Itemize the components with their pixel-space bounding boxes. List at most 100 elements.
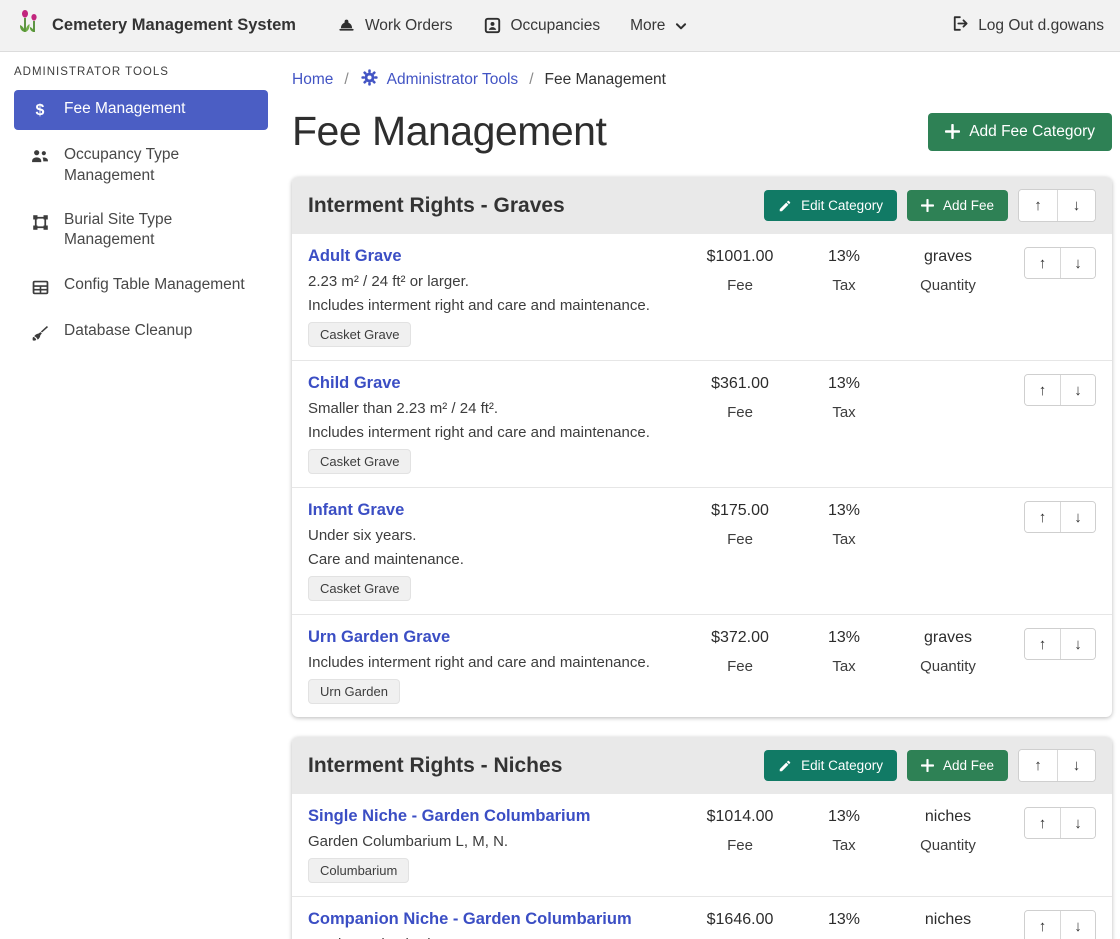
fee-amount-label: Fee bbox=[684, 658, 796, 675]
fee-amount: $175.00 bbox=[684, 501, 796, 521]
tax-value: 13% bbox=[796, 910, 892, 930]
occupancy-portrait-icon bbox=[483, 16, 502, 35]
fee-row-actions: ↑ ↓ bbox=[1004, 247, 1100, 279]
tax-label: Tax bbox=[796, 658, 892, 675]
nav-more[interactable]: More bbox=[630, 17, 688, 35]
move-fee-down-button[interactable]: ↓ bbox=[1060, 911, 1095, 939]
tax-value: 13% bbox=[796, 807, 892, 827]
move-fee-up-button[interactable]: ↑ bbox=[1025, 375, 1060, 405]
move-fee-down-button[interactable]: ↓ bbox=[1060, 375, 1095, 405]
add-fee-category-button[interactable]: Add Fee Category bbox=[928, 113, 1112, 151]
fee-type-badge: Columbarium bbox=[308, 858, 409, 883]
fee-name-link[interactable]: Single Niche - Garden Columbarium bbox=[308, 807, 590, 826]
move-category-up-button[interactable]: ↑ bbox=[1019, 750, 1057, 781]
edit-category-label: Edit Category bbox=[801, 198, 883, 213]
quantity-column: graves Quantity bbox=[892, 247, 1004, 294]
fee-amount: $372.00 bbox=[684, 628, 796, 648]
move-category-up-button[interactable]: ↑ bbox=[1019, 190, 1057, 221]
nav-work-orders-label: Work Orders bbox=[365, 17, 453, 35]
sidebar-item-fee-management[interactable]: $ Fee Management bbox=[14, 90, 268, 130]
category-header: Interment Rights - Graves Edit Category … bbox=[292, 177, 1112, 234]
logout-label: Log Out d.gowans bbox=[978, 17, 1104, 35]
category-body: Single Niche - Garden Columbarium Garden… bbox=[292, 794, 1112, 939]
app-title: Cemetery Management System bbox=[52, 16, 296, 35]
quantity-label: Quantity bbox=[892, 277, 1004, 294]
fee-row: Companion Niche - Garden Columbarium Gar… bbox=[292, 896, 1112, 939]
fee-description: Includes interment right and care and ma… bbox=[308, 424, 684, 441]
page-header: Fee Management Add Fee Category bbox=[292, 106, 1112, 177]
move-fee-up-button[interactable]: ↑ bbox=[1025, 629, 1060, 659]
tax-column: 13% Tax bbox=[796, 501, 892, 548]
sidebar-item-label: Fee Management bbox=[64, 99, 186, 119]
fee-main: Infant Grave Under six years.Care and ma… bbox=[308, 501, 684, 601]
fee-description: Under six years. bbox=[308, 527, 684, 544]
fee-amount: $361.00 bbox=[684, 374, 796, 394]
dollar-icon: $ bbox=[30, 100, 50, 121]
add-fee-button[interactable]: Add Fee bbox=[907, 750, 1008, 781]
move-fee-up-button[interactable]: ↑ bbox=[1025, 911, 1060, 939]
fee-amount: $1646.00 bbox=[684, 910, 796, 930]
fee-name-link[interactable]: Urn Garden Grave bbox=[308, 628, 450, 647]
fee-amount-column: $361.00 Fee bbox=[684, 374, 796, 421]
fee-main: Single Niche - Garden Columbarium Garden… bbox=[308, 807, 684, 883]
nav-occupancies[interactable]: Occupancies bbox=[483, 16, 601, 35]
tax-label: Tax bbox=[796, 277, 892, 294]
app-brand[interactable]: Cemetery Management System bbox=[16, 8, 296, 43]
fee-name-link[interactable]: Child Grave bbox=[308, 374, 401, 393]
nav-work-orders[interactable]: Work Orders bbox=[337, 16, 453, 35]
breadcrumb-home-link[interactable]: Home bbox=[292, 71, 333, 89]
quantity-unit: niches bbox=[892, 807, 1004, 827]
fee-row: Urn Garden Grave Includes interment righ… bbox=[292, 614, 1112, 717]
plus-icon bbox=[945, 124, 960, 139]
sidebar-item-occupancy-type-management[interactable]: Occupancy Type Management bbox=[14, 136, 268, 195]
plus-icon bbox=[921, 759, 934, 772]
sidebar-item-burial-site-type-management[interactable]: Burial Site Type Management bbox=[14, 201, 268, 260]
fee-reorder-group: ↑ ↓ bbox=[1024, 374, 1096, 406]
tax-value: 13% bbox=[796, 628, 892, 648]
fee-reorder-group: ↑ ↓ bbox=[1024, 910, 1096, 939]
fee-row-actions: ↑ ↓ bbox=[1004, 910, 1100, 939]
fee-descriptions: Garden Columbarium L, M, N. bbox=[308, 833, 684, 850]
move-fee-down-button[interactable]: ↓ bbox=[1060, 248, 1095, 278]
move-fee-down-button[interactable]: ↓ bbox=[1060, 808, 1095, 838]
tax-label: Tax bbox=[796, 531, 892, 548]
fee-description: 2.23 m² / 24 ft² or larger. bbox=[308, 273, 684, 290]
add-fee-button[interactable]: Add Fee bbox=[907, 190, 1008, 221]
edit-category-button[interactable]: Edit Category bbox=[764, 750, 897, 781]
fee-type-badge: Casket Grave bbox=[308, 449, 411, 474]
sidebar-item-database-cleanup[interactable]: Database Cleanup bbox=[14, 312, 268, 352]
quantity-column: graves Quantity bbox=[892, 628, 1004, 675]
quantity-unit: graves bbox=[892, 247, 1004, 267]
edit-category-button[interactable]: Edit Category bbox=[764, 190, 897, 221]
move-category-down-button[interactable]: ↓ bbox=[1057, 750, 1095, 781]
move-category-down-button[interactable]: ↓ bbox=[1057, 190, 1095, 221]
breadcrumb-admin-tools-label: Administrator Tools bbox=[387, 71, 519, 89]
pencil-icon bbox=[778, 759, 792, 773]
category-body: Adult Grave 2.23 m² / 24 ft² or larger. I… bbox=[292, 234, 1112, 717]
move-fee-down-button[interactable]: ↓ bbox=[1060, 629, 1095, 659]
sidebar-item-config-table-management[interactable]: Config Table Management bbox=[14, 266, 268, 306]
breadcrumb-admin-tools-link[interactable]: Administrator Tools bbox=[360, 68, 519, 92]
fee-name-link[interactable]: Companion Niche - Garden Columbarium bbox=[308, 910, 632, 929]
fee-row-actions: ↑ ↓ bbox=[1004, 374, 1100, 406]
tax-column: 13% Tax bbox=[796, 910, 892, 939]
fee-amount-column: $372.00 Fee bbox=[684, 628, 796, 675]
fee-row-actions: ↑ ↓ bbox=[1004, 501, 1100, 533]
fee-amount-column: $175.00 Fee bbox=[684, 501, 796, 548]
fee-description: Garden Columbarium L, M, N. bbox=[308, 833, 684, 850]
quantity-unit: niches bbox=[892, 910, 1004, 930]
move-fee-down-button[interactable]: ↓ bbox=[1060, 502, 1095, 532]
move-fee-up-button[interactable]: ↑ bbox=[1025, 808, 1060, 838]
category-title: Interment Rights - Graves bbox=[308, 194, 754, 218]
fee-name-link[interactable]: Infant Grave bbox=[308, 501, 404, 520]
top-navbar: Cemetery Management System Work Orders O… bbox=[0, 0, 1120, 52]
fee-description: Includes interment right and care and ma… bbox=[308, 654, 684, 671]
move-fee-up-button[interactable]: ↑ bbox=[1025, 248, 1060, 278]
fee-main: Urn Garden Grave Includes interment righ… bbox=[308, 628, 684, 704]
fee-name-link[interactable]: Adult Grave bbox=[308, 247, 402, 266]
sidebar: Administrator Tools $ Fee Management Occ… bbox=[0, 52, 280, 939]
move-fee-up-button[interactable]: ↑ bbox=[1025, 502, 1060, 532]
fee-row: Adult Grave 2.23 m² / 24 ft² or larger.I… bbox=[292, 234, 1112, 360]
nav-more-label: More bbox=[630, 17, 665, 35]
logout-button[interactable]: Log Out d.gowans bbox=[950, 14, 1104, 38]
